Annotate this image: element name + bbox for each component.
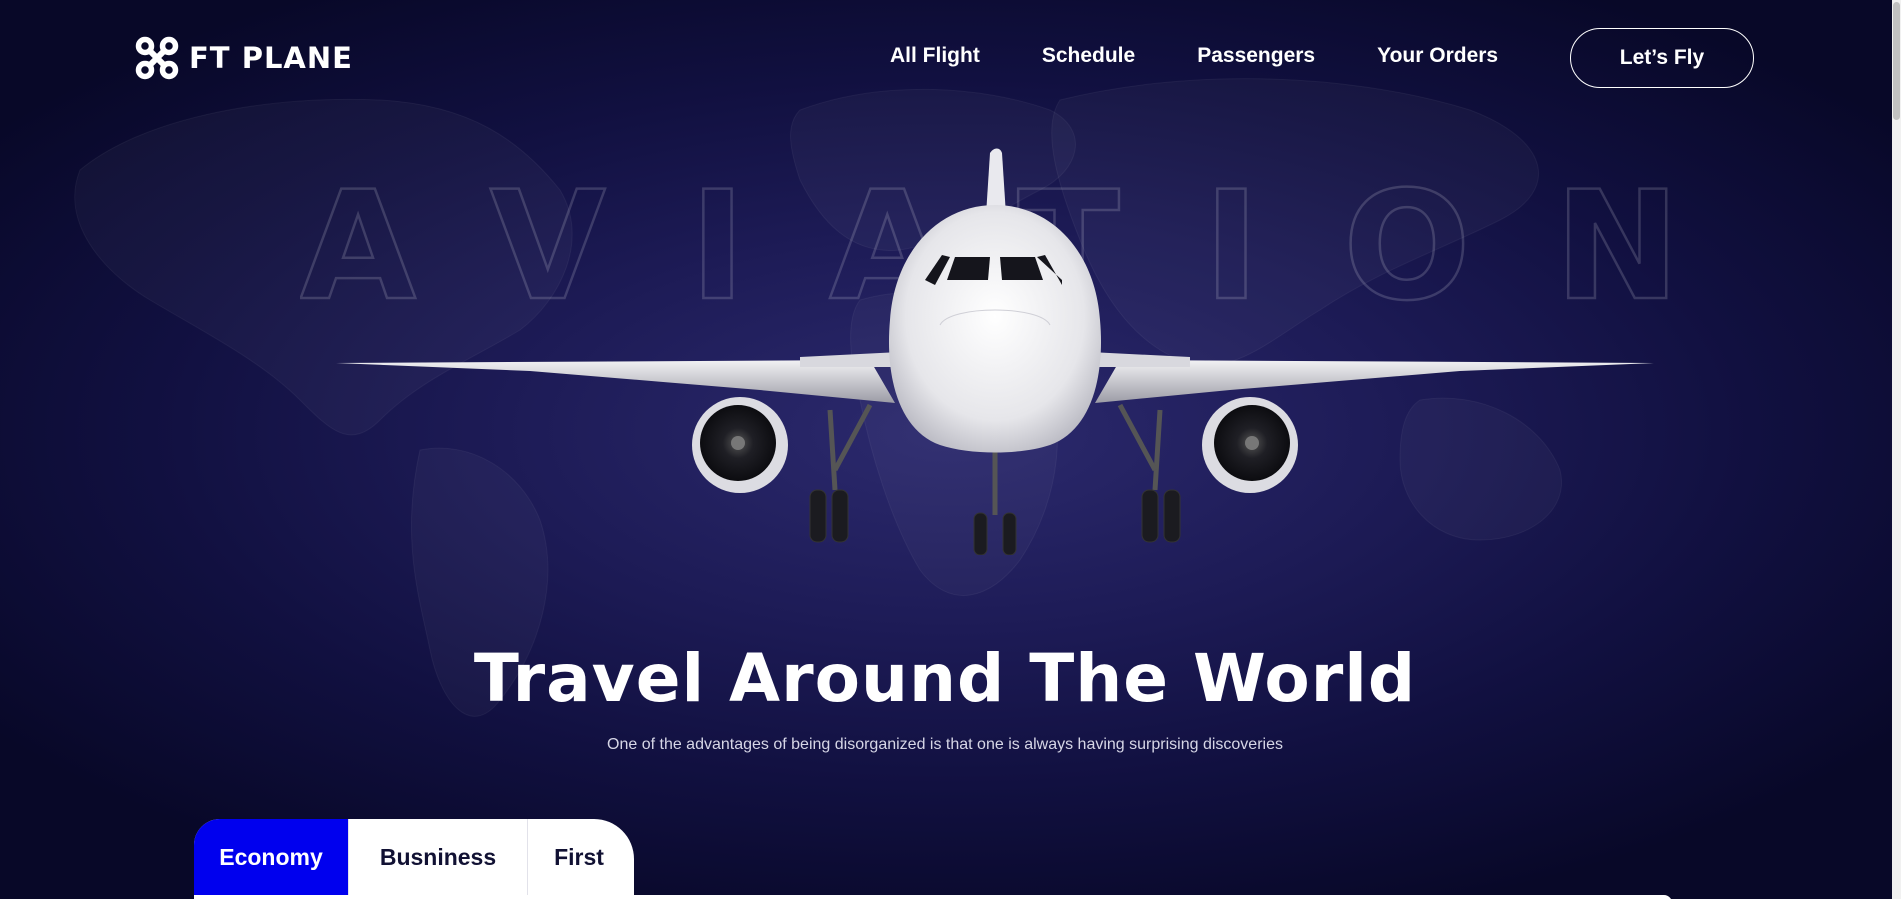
scrollbar-thumb[interactable] — [1893, 2, 1900, 120]
lets-fly-button[interactable]: Let’s Fly — [1570, 28, 1754, 88]
hero-title: Travel Around The World — [473, 640, 1417, 717]
nav-item-your-orders[interactable]: Your Orders — [1377, 44, 1498, 68]
class-tabs: Economy Busniness First — [194, 819, 634, 899]
airplane-image — [336, 148, 1654, 555]
brand-logo[interactable]: FT PLANE — [135, 36, 353, 80]
nav-item-schedule[interactable]: Schedule — [1042, 44, 1135, 68]
tab-business[interactable]: Busniness — [349, 819, 528, 895]
main-nav: All Flight Schedule Passengers Your Orde… — [890, 44, 1498, 68]
page: FT PLANE All Flight Schedule Passengers … — [0, 0, 1901, 899]
scrollbar[interactable] — [1892, 0, 1901, 899]
nav-item-all-flight[interactable]: All Flight — [890, 44, 980, 68]
tab-economy[interactable]: Economy — [194, 819, 349, 895]
tab-first[interactable]: First — [528, 819, 634, 895]
four-circles-logo-icon — [135, 36, 179, 80]
hero-subtitle: One of the advantages of being disorgani… — [607, 736, 1283, 753]
booking-panel — [194, 895, 1672, 899]
brand-name: FT PLANE — [189, 41, 353, 75]
nav-item-passengers[interactable]: Passengers — [1197, 44, 1315, 68]
